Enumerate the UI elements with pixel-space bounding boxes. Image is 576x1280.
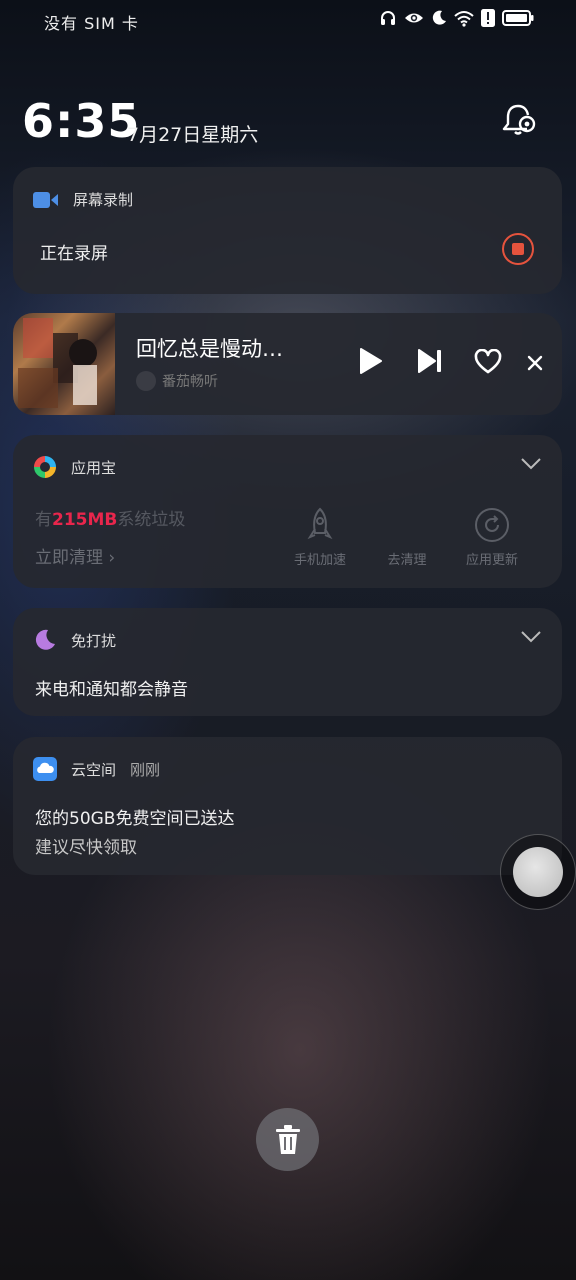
moon-icon: [431, 10, 447, 26]
skip-next-icon: [418, 349, 441, 373]
close-player-button[interactable]: [527, 355, 543, 371]
music-notification[interactable]: 回忆总是慢动… 番茄畅听: [13, 313, 562, 415]
junk-message: 有215MB系统垃圾: [35, 510, 186, 530]
chevron-down-icon[interactable]: [520, 630, 542, 644]
speed-up-action[interactable]: 手机加速: [280, 549, 360, 568]
dnd-notification[interactable]: 免打扰 来电和通知都会静音: [13, 608, 562, 716]
music-source-name: 番茄畅听: [162, 374, 218, 390]
app-update-action[interactable]: 应用更新: [452, 549, 532, 568]
cloud-app-name: 云空间: [71, 760, 117, 779]
song-title: 回忆总是慢动…: [136, 337, 283, 361]
bell-settings-icon: [502, 104, 536, 135]
dnd-app-name: 免打扰: [71, 631, 117, 650]
video-camera-icon: [33, 191, 58, 208]
battery-icon: [502, 10, 534, 26]
status-bar: 没有 SIM 卡: [0, 0, 576, 40]
album-art: [13, 313, 115, 415]
wifi-icon: [454, 10, 474, 27]
floating-ball-button[interactable]: [500, 834, 576, 910]
stop-recording-button[interactable]: [502, 233, 534, 265]
app-store-notification[interactable]: 应用宝 有215MB系统垃圾 立即清理 › 手机加速 去清理 应用更新: [13, 435, 562, 588]
lockscreen-date: 7月27日星期六: [127, 124, 259, 146]
junk-size: 215MB: [52, 510, 118, 530]
notification-settings-button[interactable]: [500, 100, 540, 140]
play-button[interactable]: [358, 347, 384, 375]
dnd-message: 来电和通知都会静音: [35, 680, 188, 700]
app-store-logo-icon: [34, 456, 56, 478]
carrier-label: 没有 SIM 卡: [44, 14, 139, 33]
headphones-icon: [379, 9, 397, 27]
trash-icon: [275, 1124, 300, 1154]
heart-icon: [474, 349, 502, 374]
rocket-icon: [306, 507, 334, 549]
clean-now-link[interactable]: 立即清理 ›: [35, 543, 115, 568]
floating-ball-icon: [513, 847, 563, 897]
lockscreen-time: 6:35: [22, 94, 141, 148]
chevron-down-icon[interactable]: [520, 457, 542, 471]
stop-icon: [512, 243, 524, 255]
screen-record-status: 正在录屏: [40, 244, 108, 264]
cloud-notification[interactable]: 云空间 刚刚 您的50GB免费空间已送达 建议尽快领取: [13, 737, 562, 875]
next-track-button[interactable]: [416, 347, 444, 375]
cloud-icon: [33, 757, 57, 781]
play-icon: [360, 348, 382, 374]
app-store-app-name: 应用宝: [71, 458, 117, 477]
status-icons: [379, 9, 534, 27]
notification-time: 刚刚: [130, 760, 161, 779]
refresh-icon: [474, 507, 510, 547]
moon-icon: [35, 629, 55, 650]
eye-icon: [404, 10, 424, 26]
cloud-submessage: 建议尽快领取: [35, 838, 137, 858]
go-clean-action[interactable]: 去清理: [367, 549, 447, 568]
alert-icon: [481, 9, 495, 27]
screen-record-notification[interactable]: 屏幕录制 正在录屏: [13, 167, 562, 294]
app-logo-icon: [136, 371, 156, 391]
screen-record-app-name: 屏幕录制: [73, 191, 134, 209]
favorite-button[interactable]: [474, 349, 502, 375]
cloud-message: 您的50GB免费空间已送达: [35, 809, 235, 829]
clear-all-button[interactable]: [256, 1108, 319, 1171]
close-icon: [527, 355, 543, 371]
